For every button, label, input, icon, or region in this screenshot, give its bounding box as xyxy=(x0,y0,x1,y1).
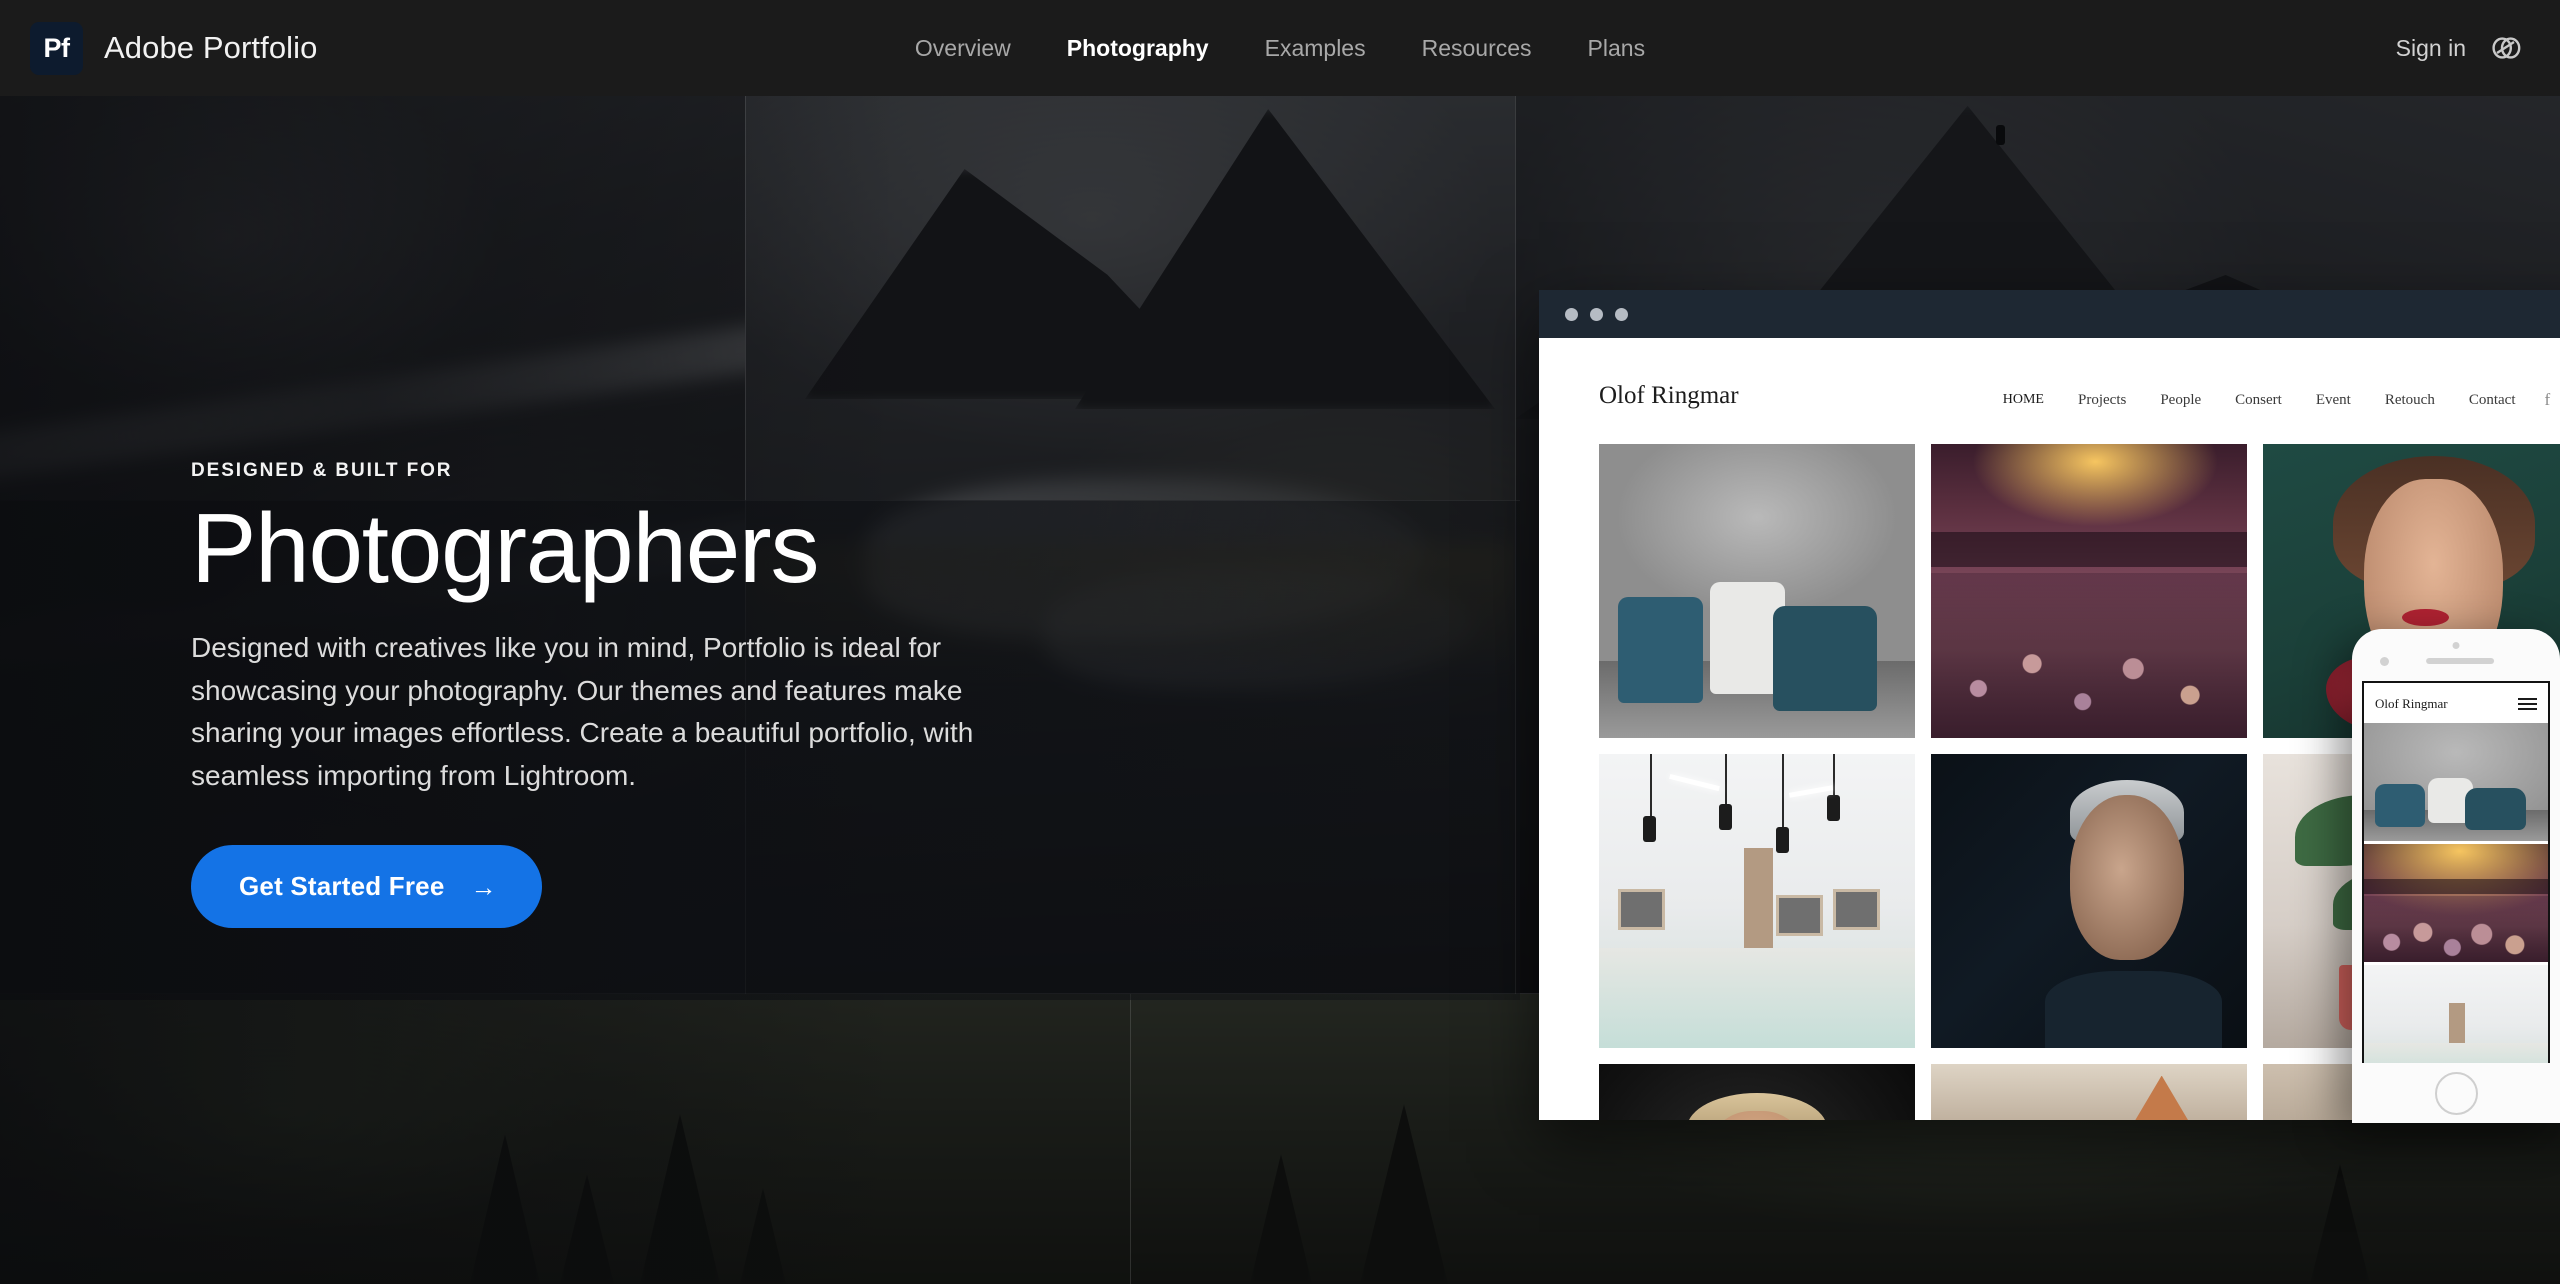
site-nav-retouch[interactable]: Retouch xyxy=(2368,392,2452,409)
arrow-right-icon: → xyxy=(470,871,497,902)
phone-bottom-bezel xyxy=(2352,1063,2560,1123)
get-started-free-button[interactable]: Get Started Free → xyxy=(191,845,542,929)
site-nav-people[interactable]: People xyxy=(2143,392,2218,409)
nav-link-overview[interactable]: Overview xyxy=(887,35,1039,62)
window-maximize-dot-icon[interactable] xyxy=(1615,307,1628,321)
window-minimize-dot-icon[interactable] xyxy=(1590,307,1603,321)
earpiece-speaker-icon xyxy=(2426,658,2495,664)
facebook-icon[interactable]: f xyxy=(2532,390,2560,410)
proximity-sensor-icon xyxy=(2380,657,2389,666)
phone-gallery-tile[interactable] xyxy=(2364,965,2548,1063)
hero-eyebrow: DESIGNED & BUILT FOR xyxy=(191,460,453,481)
phone-top-bezel xyxy=(2352,629,2560,681)
hero-section: DESIGNED & BUILT FOR Photographers Desig… xyxy=(191,460,1071,929)
primary-nav-links: Overview Photography Examples Resources … xyxy=(887,35,1673,62)
phone-site-header: Olof Ringmar xyxy=(2364,683,2548,723)
site-nav-contact[interactable]: Contact xyxy=(2452,392,2533,409)
top-navigation-bar: Pf Adobe Portfolio Overview Photography … xyxy=(0,0,2560,96)
page-title: Photographers xyxy=(191,493,819,603)
portfolio-site-nav: HOME Projects People Consert Event Retou… xyxy=(1986,390,2560,410)
home-button[interactable] xyxy=(2434,1071,2478,1115)
panel-divider xyxy=(1130,994,1131,1284)
portfolio-site-header: Olof Ringmar HOME Projects People Conser… xyxy=(1539,338,2560,410)
nav-link-photography[interactable]: Photography xyxy=(1039,35,1237,62)
phone-site-title: Olof Ringmar xyxy=(2375,696,2448,711)
phone-gallery-tile[interactable] xyxy=(2364,723,2548,841)
site-nav-event[interactable]: Event xyxy=(2299,392,2368,409)
nav-right-group: Sign in xyxy=(2396,30,2524,66)
phone-screen: Olof Ringmar xyxy=(2362,681,2550,1063)
adobe-portfolio-photography-page: Pf Adobe Portfolio Overview Photography … xyxy=(0,0,2560,1284)
nav-link-examples[interactable]: Examples xyxy=(1237,35,1394,62)
gallery-tile[interactable] xyxy=(1599,1063,1915,1120)
gallery-tile[interactable] xyxy=(1599,753,1915,1048)
cta-label: Get Started Free xyxy=(239,871,445,902)
phone-gallery-tile[interactable] xyxy=(2364,844,2548,962)
portfolio-site-title: Olof Ringmar xyxy=(1599,382,1739,409)
brand-home-link[interactable]: Pf Adobe Portfolio xyxy=(30,21,318,75)
gallery-tile[interactable] xyxy=(1931,444,2247,738)
hero-description: Designed with creatives like you in mind… xyxy=(191,631,974,791)
gallery-tile[interactable] xyxy=(1599,444,1915,738)
phone-mockup: Olof Ringmar xyxy=(2352,629,2560,1123)
adobe-portfolio-logo-icon: Pf xyxy=(30,21,83,75)
nav-link-resources[interactable]: Resources xyxy=(1394,35,1560,62)
front-camera-icon xyxy=(2452,642,2460,649)
gallery-tile[interactable] xyxy=(1931,1063,2247,1120)
creative-cloud-icon[interactable] xyxy=(2488,30,2524,66)
hamburger-menu-icon[interactable] xyxy=(2518,695,2537,713)
site-nav-projects[interactable]: Projects xyxy=(2061,392,2143,409)
site-nav-home[interactable]: HOME xyxy=(1986,392,2061,408)
brand-name-label: Adobe Portfolio xyxy=(104,30,318,65)
window-close-dot-icon[interactable] xyxy=(1565,307,1578,321)
gallery-tile[interactable] xyxy=(1931,753,2247,1048)
browser-title-bar xyxy=(1539,290,2560,338)
site-nav-consert[interactable]: Consert xyxy=(2218,392,2299,409)
nav-link-plans[interactable]: Plans xyxy=(1560,35,1674,62)
sign-in-button[interactable]: Sign in xyxy=(2396,35,2466,62)
